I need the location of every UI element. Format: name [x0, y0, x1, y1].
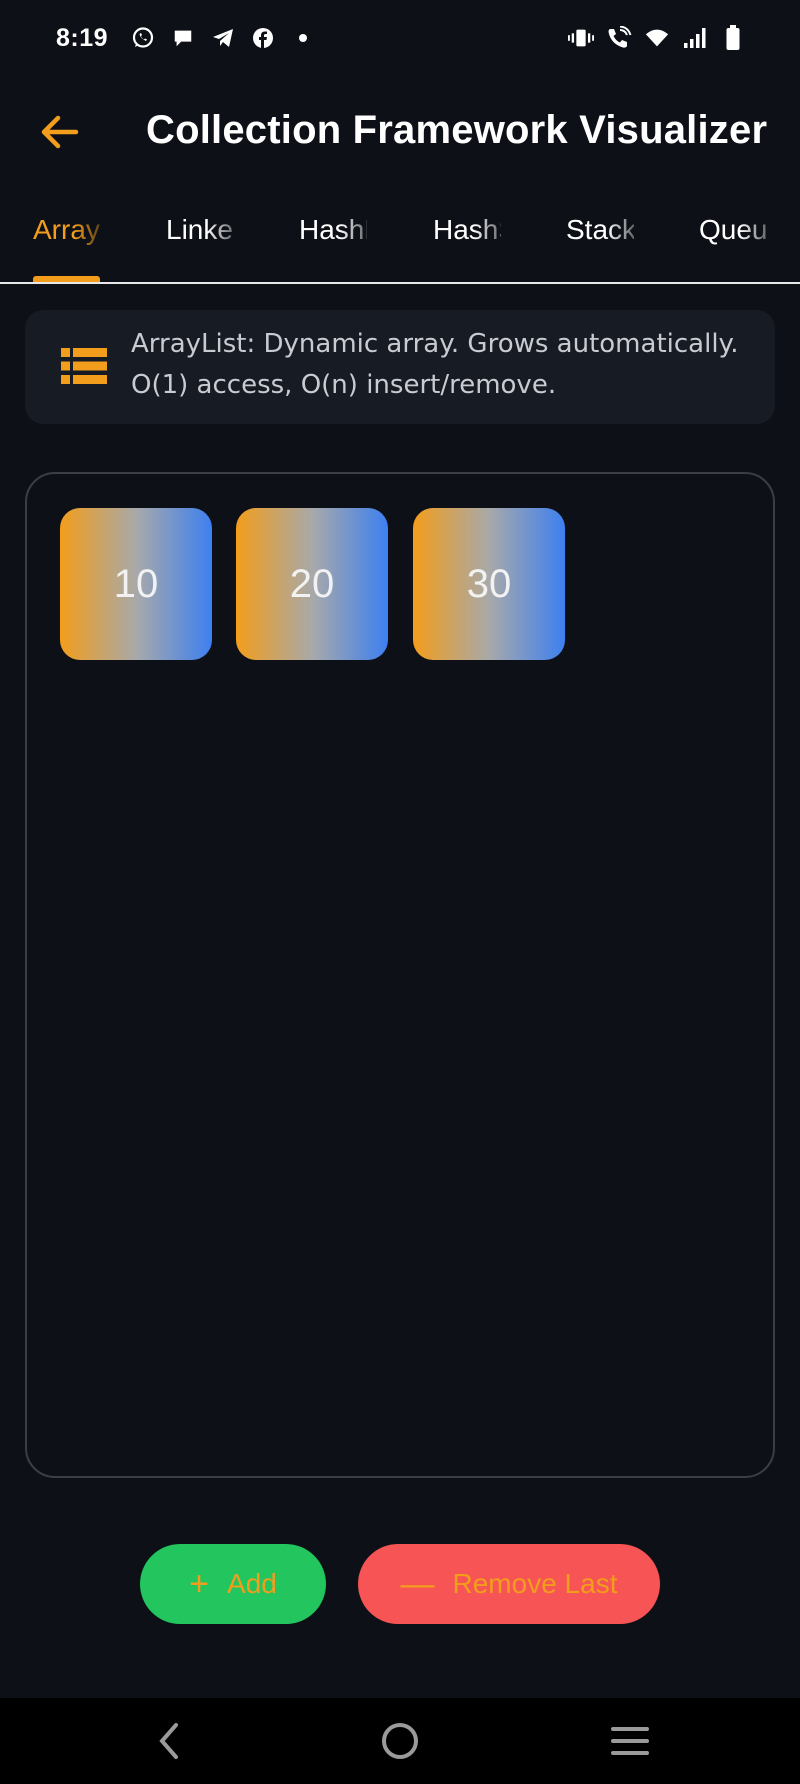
remove-last-button[interactable]: — Remove Last: [358, 1544, 660, 1624]
info-line-1: ArrayList: Dynamic array. Grows automati…: [131, 329, 739, 359]
status-right: [568, 25, 746, 51]
vibrate-icon: [568, 25, 594, 51]
minus-icon: —: [400, 1565, 435, 1603]
telegram-icon: [210, 25, 236, 51]
arrow-left-icon: [41, 115, 79, 149]
tab-linkedlist[interactable]: LinkedList: [166, 214, 234, 262]
chat-bubble-icon: [170, 25, 196, 51]
remove-last-button-label: Remove Last: [452, 1568, 618, 1599]
info-line-2: O(1) access, O(n) insert/remove.: [131, 370, 557, 400]
tab-queue[interactable]: Queue: [699, 214, 767, 262]
app-bar: Collection Framework Visualizer: [0, 76, 800, 188]
plus-icon: +: [189, 1565, 210, 1603]
array-element[interactable]: 30: [413, 508, 565, 660]
status-left: 8:19: [56, 24, 316, 53]
array-element[interactable]: 20: [236, 508, 388, 660]
wifi-calling-icon: [606, 25, 632, 51]
tab-hashset[interactable]: HashSet: [433, 214, 501, 262]
list-icon: [61, 348, 107, 384]
status-time: 8:19: [56, 23, 109, 52]
facebook-icon: [250, 25, 276, 51]
back-button[interactable]: [30, 102, 90, 162]
visualization-panel: 10 20 30: [25, 472, 775, 1478]
signal-icon: [682, 25, 708, 51]
nav-back-button[interactable]: [144, 1718, 194, 1764]
add-button[interactable]: + Add: [140, 1544, 326, 1624]
tab-arraylist[interactable]: ArrayList: [33, 214, 101, 262]
add-button-label: Add: [227, 1568, 277, 1599]
page-title: Collection Framework Visualizer: [146, 108, 768, 152]
whatsapp-icon: [130, 25, 156, 51]
dot-icon: [290, 25, 316, 51]
app-screen: 8:19 Collection Framework Visualizer Arr…: [0, 0, 800, 1784]
nav-home-button[interactable]: [375, 1718, 425, 1764]
tab-bar: ArrayList LinkedList HashMap HashSet Sta…: [0, 200, 800, 284]
home-circle-icon: [382, 1723, 418, 1759]
status-bar: 8:19: [0, 0, 800, 76]
tab-stack[interactable]: Stack: [566, 214, 634, 262]
system-nav-bar: [0, 1698, 800, 1784]
battery-icon: [720, 25, 746, 51]
tab-hashmap[interactable]: HashMap: [299, 214, 367, 262]
info-description: ArrayList: Dynamic array. Grows automati…: [131, 324, 771, 406]
chevron-left-icon: [159, 1723, 178, 1759]
array-element[interactable]: 10: [60, 508, 212, 660]
info-card: ArrayList: Dynamic array. Grows automati…: [25, 310, 775, 424]
tab-indicator: [33, 276, 100, 282]
nav-recents-button[interactable]: [605, 1718, 655, 1764]
menu-icon: [611, 1727, 649, 1755]
wifi-icon: [644, 25, 670, 51]
